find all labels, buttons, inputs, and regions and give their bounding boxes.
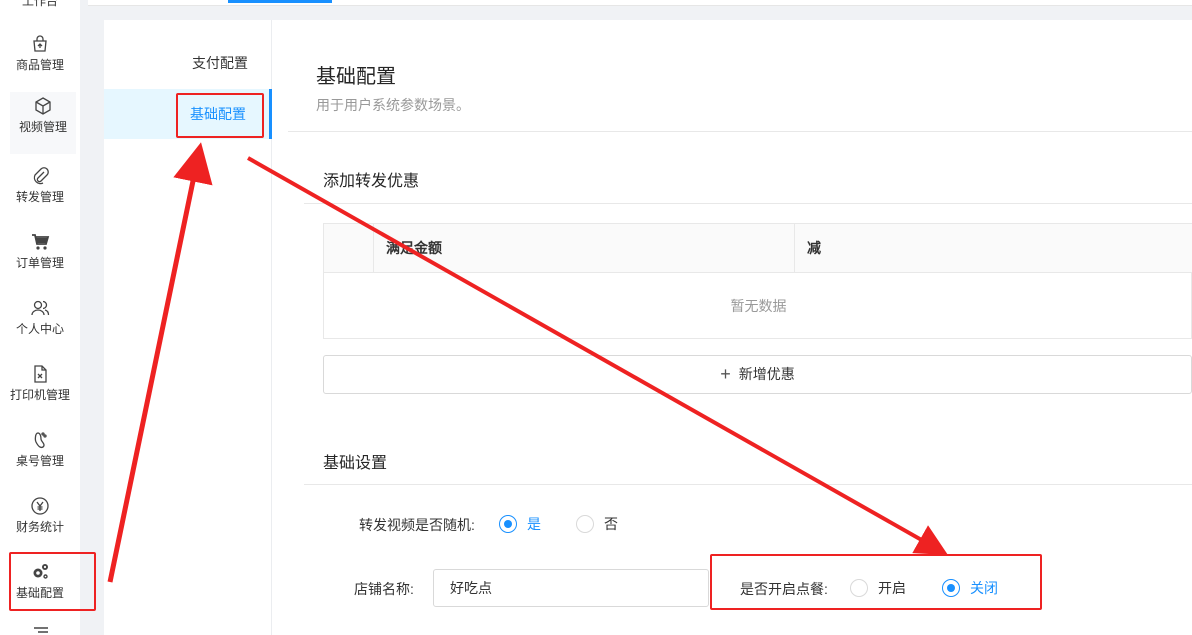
random-video-no-radio[interactable]: 否 [576, 514, 618, 534]
users-icon [30, 298, 50, 318]
settings-subnav: 支付配置 基础配置 [104, 20, 272, 635]
nav-item-printers[interactable]: 打印机管理 [0, 360, 80, 422]
paperclip-icon [30, 166, 50, 186]
radio-checked-icon [499, 515, 517, 533]
column-header-reduce: 减 [807, 240, 821, 256]
ordering-off-radio[interactable]: 关闭 [942, 578, 998, 598]
nav-item-products[interactable]: 商品管理 [0, 30, 80, 92]
nav-item-workbench[interactable]: 工作台 [0, 0, 80, 9]
basic-settings-title: 基础设置 [323, 455, 388, 472]
settings-card: 支付配置 基础配置 基础配置 用于用户系统参数场景。 添加转发优惠 满足金额 减… [104, 20, 1192, 635]
cart-icon [30, 232, 50, 252]
column-header-amount: 满足金额 [374, 224, 795, 273]
nav-item-basic-config[interactable]: 基础配置 [0, 558, 80, 620]
settings-divider [304, 484, 1192, 485]
gears-icon [30, 562, 50, 582]
radio-unchecked-icon [850, 579, 868, 597]
nav-item-tables[interactable]: 桌号管理 [0, 426, 80, 488]
nav-item-forwarding[interactable]: 转发管理 [0, 162, 80, 224]
file-x-icon [30, 364, 50, 384]
side-nav: 工作台 商品管理 视频管理 转发管理 订单管理 个人中心 打印机管理 桌号管理 … [0, 0, 80, 635]
header-divider [288, 131, 1192, 132]
discount-divider [304, 203, 1192, 204]
menu-list-icon[interactable] [34, 624, 48, 635]
random-video-yes-radio[interactable]: 是 [499, 514, 541, 534]
nav-item-finance[interactable]: 财务统计 [0, 492, 80, 554]
subnav-item-basic-config[interactable]: 基础配置 [104, 89, 272, 139]
table-header: 满足金额 减 [324, 224, 1192, 273]
page-title: 基础配置 [316, 66, 396, 88]
plus-icon: + [720, 364, 731, 384]
nav-item-videos[interactable]: 视频管理 [10, 92, 76, 154]
ordering-label: 是否开启点餐: [740, 581, 828, 597]
random-video-label: 转发视频是否随机: [359, 517, 475, 533]
table-empty-text: 暂无数据 [730, 298, 787, 314]
nav-item-orders[interactable]: 订单管理 [0, 228, 80, 290]
active-tab-indicator [228, 0, 332, 3]
yuan-circle-icon [30, 496, 50, 516]
discount-table: 满足金额 减 暂无数据 [323, 223, 1192, 339]
shop-name-label: 店铺名称: [354, 581, 414, 597]
table-header-index [324, 224, 374, 273]
shop-name-input[interactable] [433, 569, 709, 607]
ordering-on-radio[interactable]: 开启 [850, 578, 906, 598]
shopping-bag-icon [30, 34, 50, 54]
cube-icon [33, 96, 53, 116]
radio-checked-icon [942, 579, 960, 597]
page-description: 用于用户系统参数场景。 [316, 97, 470, 113]
discount-section-title: 添加转发优惠 [323, 173, 420, 190]
footprint-icon [30, 430, 50, 450]
add-discount-button[interactable]: + 新增优惠 [323, 355, 1192, 394]
nav-item-profile[interactable]: 个人中心 [0, 294, 80, 356]
settings-content: 基础配置 用于用户系统参数场景。 添加转发优惠 满足金额 减 暂无数据 + 新增优… [288, 20, 1192, 635]
subnav-item-payment-config[interactable]: 支付配置 [104, 38, 270, 88]
radio-unchecked-icon [576, 515, 594, 533]
